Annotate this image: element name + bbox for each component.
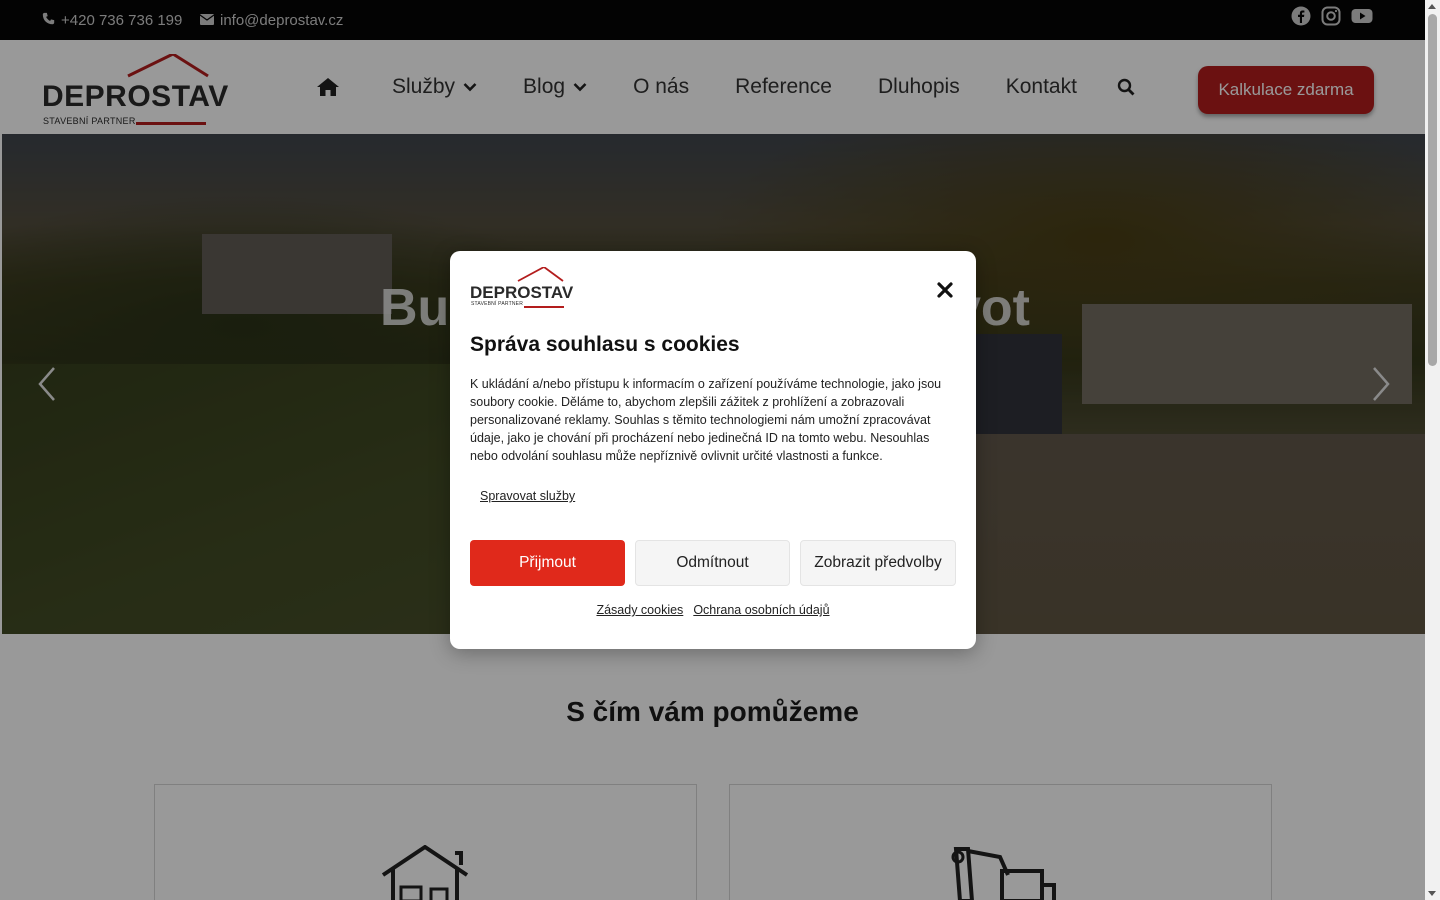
deny-button[interactable]: Odmítnout — [635, 540, 790, 586]
page-scrollbar[interactable] — [1425, 0, 1440, 900]
cookie-policy-link[interactable]: Zásady cookies — [596, 603, 683, 617]
cookie-consent-dialog: DEPROSTAV STAVEBNÍ PARTNER Správa souhla… — [450, 251, 976, 649]
privacy-policy-link[interactable]: Ochrana osobních údajů — [693, 603, 829, 617]
scroll-up-arrow[interactable] — [1428, 4, 1436, 9]
manage-services-link[interactable]: Spravovat služby — [480, 489, 575, 503]
scroll-down-arrow[interactable] — [1428, 891, 1436, 896]
modal-logo: DEPROSTAV STAVEBNÍ PARTNER — [470, 267, 573, 311]
preferences-button[interactable]: Zobrazit předvolby — [800, 540, 956, 586]
modal-logo-wordmark: DEPROSTAV — [470, 283, 574, 302]
dialog-description: K ukládání a/nebo přístupu k informacím … — [470, 377, 942, 463]
accept-button[interactable]: Přijmout — [470, 540, 625, 586]
policy-links: Zásady cookies Ochrana osobních údajů — [450, 603, 976, 617]
dialog-title: Správa souhlasu s cookies — [470, 333, 740, 356]
close-icon — [937, 282, 953, 298]
close-button[interactable] — [934, 279, 956, 301]
scrollbar-thumb[interactable] — [1428, 14, 1437, 366]
modal-logo-tagline: STAVEBNÍ PARTNER — [471, 301, 524, 307]
